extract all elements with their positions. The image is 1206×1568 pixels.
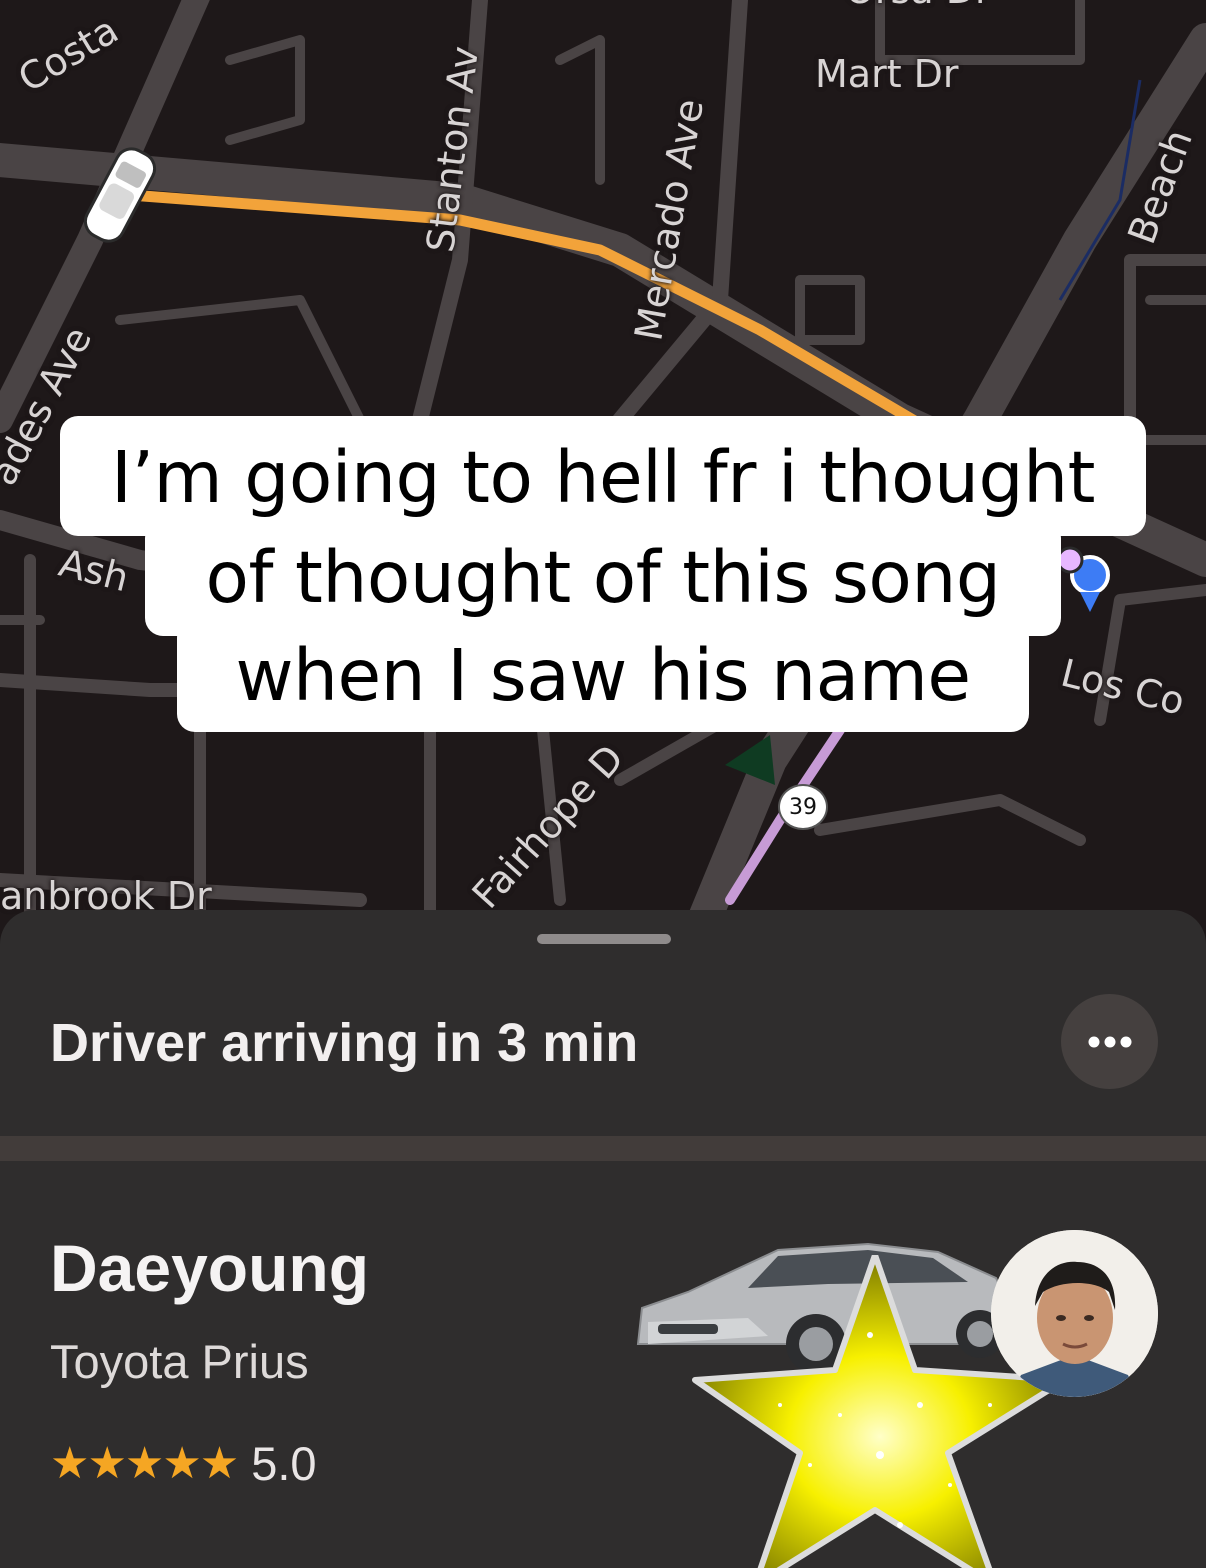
driver-avatar[interactable] <box>991 1230 1158 1397</box>
ellipsis-icon <box>1088 1036 1131 1047</box>
rating-value: 5.0 <box>251 1437 317 1490</box>
street-label-mart: Mart Dr <box>815 52 959 96</box>
driver-name: Daeyoung <box>50 1231 370 1305</box>
caption-line-2: of thought of this song <box>145 520 1061 636</box>
eta-title: Driver arriving in 3 min <box>50 1013 639 1073</box>
route-shield-39: 39 <box>778 784 828 830</box>
trip-bottom-sheet[interactable]: Driver arriving in 3 min Daeyoung Toyota… <box>0 910 1206 1568</box>
driver-rating: ★★★★★ 5.0 <box>50 1436 317 1491</box>
section-divider <box>0 1136 1206 1161</box>
rating-stars-icon: ★★★★★ <box>50 1439 239 1488</box>
street-label-orsa: Orsa Dr <box>845 0 991 12</box>
pickup-pin-icon <box>1056 546 1110 612</box>
sheet-grabber-handle[interactable] <box>537 934 671 944</box>
more-options-button[interactable] <box>1061 994 1158 1089</box>
vehicle-model: Toyota Prius <box>50 1335 309 1388</box>
caption-line-3: when I saw his name <box>177 620 1029 732</box>
caption-line-1: I’m going to hell fr i thought <box>60 416 1146 536</box>
driver-photo <box>991 1230 1158 1397</box>
